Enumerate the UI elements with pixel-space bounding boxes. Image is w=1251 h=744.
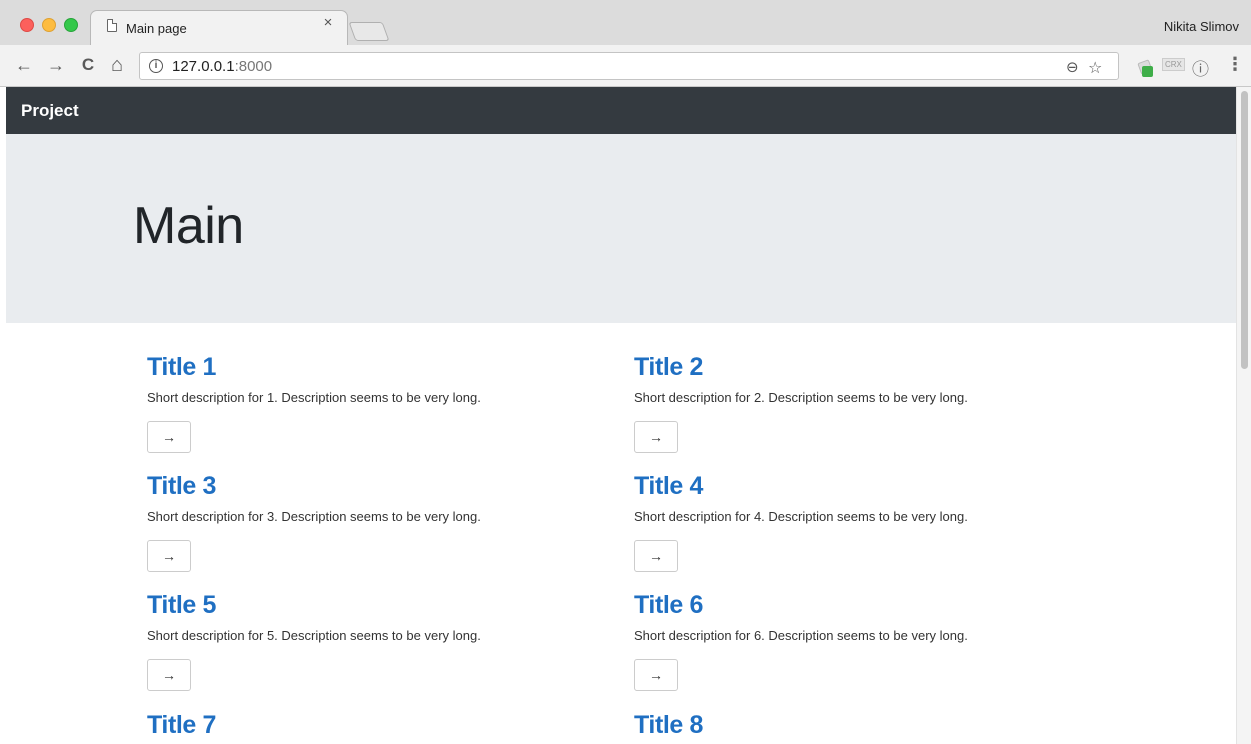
navbar-brand[interactable]: Project [21,87,79,134]
extension-info-icon[interactable]: ⓘ [1192,55,1209,80]
card-open-button[interactable]: → [634,540,678,572]
card-2: Title 2 Short description for 2. Descrip… [634,353,1114,453]
browser-menu-icon[interactable]: ⋮ [1226,54,1244,75]
card-title: Title 7 [147,711,216,739]
site-info-icon[interactable]: i [149,59,163,73]
minimize-window-button[interactable] [42,18,56,32]
card-open-button[interactable]: → [147,421,191,453]
close-window-button[interactable] [20,18,34,32]
crx-extension-icon[interactable]: CRX [1162,58,1185,71]
card-open-button[interactable]: → [634,421,678,453]
card-6: Title 6 Short description for 6. Descrip… [634,591,1114,691]
reload-icon[interactable]: C [77,54,99,76]
url-port: :8000 [234,58,273,75]
page-icon [107,19,117,32]
card-open-button[interactable]: → [634,659,678,691]
maximize-window-button[interactable] [64,18,78,32]
url-host: 127.0.0.1 [172,58,235,75]
page-title: Main [133,197,244,255]
card-open-button[interactable]: → [147,540,191,572]
card-title: Title 4 [634,472,703,500]
scrollbar-thumb[interactable] [1241,91,1248,369]
browser-window: Main page × Nikita Slimov ← → C ⌂ i 127.… [0,0,1251,744]
card-4: Title 4 Short description for 4. Descrip… [634,472,1114,572]
navbar: Project [6,87,1236,134]
card-title: Title 3 [147,472,216,500]
card-description: Short description for 1. Description see… [147,390,481,405]
browser-toolbar: ← → C ⌂ i 127.0.0.1:8000 ⊖ ☆ CRX ⓘ ⋮ [0,45,1251,87]
card-title: Title 1 [147,353,216,381]
card-description: Short description for 2. Description see… [634,390,968,405]
back-icon[interactable]: ← [13,54,35,76]
tab-strip: Main page × Nikita Slimov [0,0,1251,45]
card-title: Title 6 [634,591,703,619]
card-description: Short description for 3. Description see… [147,509,481,524]
card-1: Title 1 Short description for 1. Descrip… [147,353,627,453]
page-viewport: Project Main Title 1 Short description f… [6,87,1236,744]
card-description: Short description for 5. Description see… [147,628,481,643]
bookmark-star-icon[interactable]: ☆ [1088,58,1102,78]
page-scrollbar[interactable] [1236,87,1251,744]
home-icon[interactable]: ⌂ [106,54,128,76]
profile-name[interactable]: Nikita Slimov [1164,19,1239,34]
card-description: Short description for 4. Description see… [634,509,968,524]
card-open-button[interactable]: → [147,659,191,691]
card-title: Title 2 [634,353,703,381]
address-bar[interactable]: i 127.0.0.1:8000 ⊖ ☆ [139,52,1119,80]
card-title: Title 8 [634,711,703,739]
new-tab-button[interactable] [348,22,390,41]
extension-check-icon[interactable] [1142,66,1153,77]
card-description: Short description for 6. Description see… [634,628,968,643]
zoom-icon[interactable]: ⊖ [1066,58,1079,76]
card-title: Title 5 [147,591,216,619]
tab-title: Main page [126,21,187,36]
tab-close-icon[interactable]: × [321,15,335,30]
card-7: Title 7 [147,711,627,740]
card-8: Title 8 [634,711,1114,740]
card-3: Title 3 Short description for 3. Descrip… [147,472,627,572]
card-5: Title 5 Short description for 5. Descrip… [147,591,627,691]
forward-icon[interactable]: → [45,54,67,76]
jumbotron: Main [6,134,1236,323]
url-text[interactable]: 127.0.0.1:8000 [172,58,272,75]
